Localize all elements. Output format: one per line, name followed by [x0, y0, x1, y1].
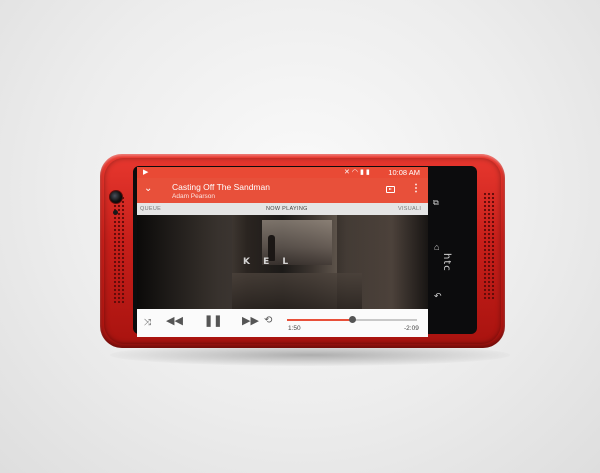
overflow-menu-icon[interactable]: ⋮ — [411, 183, 421, 194]
tab-visualizer[interactable]: VISUALI — [398, 203, 421, 215]
player-tabs: QUEUE NOW PLAYING VISUALI — [137, 203, 428, 215]
remaining-time: -2:09 — [404, 325, 419, 332]
previous-track-icon[interactable]: ◀◀ — [166, 315, 183, 327]
tab-queue[interactable]: QUEUE — [140, 203, 161, 215]
elapsed-time: 1:50 — [288, 325, 301, 332]
album-art: K E L — [137, 215, 428, 309]
wifi-icon: ◠ — [351, 169, 360, 176]
status-time: 10:08 AM — [388, 168, 420, 177]
front-speaker-right — [483, 192, 495, 300]
playback-controls: ⤨ ◀◀ ❚❚ ▶▶ ⟲ 1:50 -2:09 — [137, 309, 428, 337]
proximity-sensor — [113, 210, 118, 215]
status-icons: ✕◠▮▮ — [344, 167, 372, 178]
pause-icon[interactable]: ❚❚ — [204, 315, 222, 327]
album-art-left-panel — [137, 215, 232, 309]
tab-now-playing[interactable]: NOW PLAYING — [266, 203, 308, 215]
battery-icon: ▮ — [365, 169, 372, 176]
front-camera — [109, 190, 123, 204]
next-track-icon[interactable]: ▶▶ — [242, 315, 259, 327]
song-title: Casting Off The Sandman — [172, 182, 270, 192]
album-art-logo: K E L — [243, 257, 294, 267]
status-bar: ▶ ✕◠▮▮ 10:08 AM — [137, 167, 428, 178]
app-bar: ⌄ Casting Off The Sandman Adam Pearson ⋮ — [137, 178, 428, 203]
video-cast-icon[interactable] — [386, 186, 395, 193]
progress-thumb[interactable] — [349, 316, 356, 323]
progress-fill — [287, 319, 352, 321]
artist-name: Adam Pearson — [172, 193, 215, 200]
chevron-down-icon[interactable]: ⌄ — [144, 183, 152, 194]
play-notification-icon: ▶ — [143, 169, 149, 176]
back-icon[interactable]: ↶ — [434, 291, 442, 301]
recent-apps-icon[interactable]: ⧉ — [433, 198, 439, 208]
progress-bar[interactable] — [287, 316, 417, 323]
phone-screen: ▶ ✕◠▮▮ 10:08 AM ⌄ Casting Off The Sandma… — [137, 167, 428, 337]
shuffle-icon[interactable]: ⤨ — [144, 316, 151, 328]
home-icon[interactable]: ⌂ — [434, 242, 439, 252]
mute-icon: ✕ — [344, 169, 352, 176]
brand-logo: htc — [441, 253, 452, 272]
repeat-icon[interactable]: ⟲ — [264, 315, 272, 327]
album-art-floor — [232, 273, 362, 309]
